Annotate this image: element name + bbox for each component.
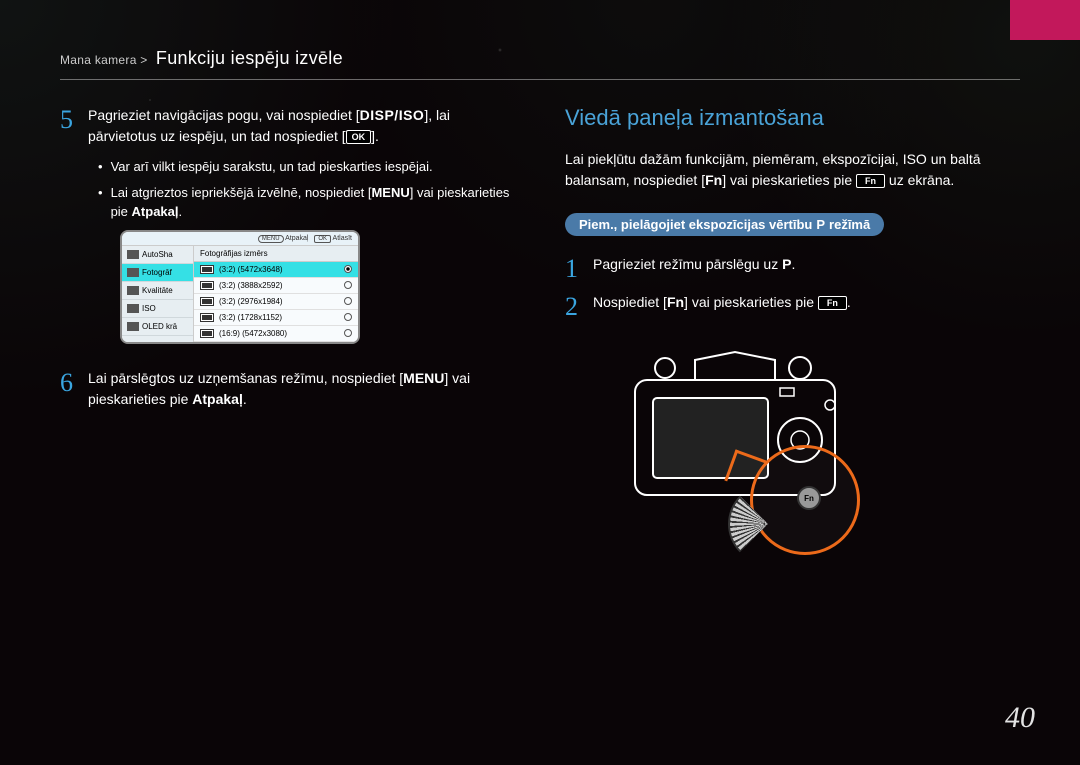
lcd-right-row: (3:2) (1728x1152) — [194, 310, 358, 326]
aspect-icon — [200, 329, 214, 338]
fn-physical-button-icon: Fn — [797, 486, 821, 510]
lcd-ok-pill: OK — [314, 235, 331, 243]
step-body: Lai pārslēgtos uz uzņemšanas režīmu, nos… — [88, 368, 515, 410]
lcd-right-head: Fotogrāfijas izmērs — [194, 246, 358, 262]
aspect-icon — [200, 297, 214, 306]
step-1: 1 Pagrieziet režīmu pārslēgu uz P. — [565, 254, 1020, 282]
sub-bullet-2: Lai atgrieztos iepriekšējā izvēlnē, nosp… — [98, 183, 515, 222]
step-5: 5 Pagrieziet navigācijas pogu, vai nospi… — [60, 105, 515, 147]
breadcrumb: Mana kamera > Funkciju iespēju izvēle — [60, 48, 1020, 80]
step-body: Pagrieziet navigācijas pogu, vai nospied… — [88, 105, 515, 147]
lcd-left-item-label: OLED krā — [142, 322, 177, 331]
radio-icon — [344, 329, 352, 337]
lcd-right-row-label: (3:2) (5472x3648) — [219, 265, 283, 274]
lcd-left-item-label: ISO — [142, 304, 156, 313]
breadcrumb-title: Funkciju iespēju izvēle — [156, 48, 343, 68]
example-pill: Piem., pielāgojiet ekspozīcijas vērtību … — [565, 213, 884, 236]
breadcrumb-prefix: Mana kamera > — [60, 53, 148, 67]
back-label: Atpakaļ — [132, 204, 179, 219]
lcd-right-row: (3:2) (2976x1984) — [194, 294, 358, 310]
lcd-select-label: Atlasīt — [333, 235, 352, 242]
lcd-right-row-label: (16:9) (5472x3080) — [219, 329, 287, 338]
back-label: Atpakaļ — [192, 391, 243, 407]
radio-icon — [344, 281, 352, 289]
step-6: 6 Lai pārslēgtos uz uzņemšanas režīmu, n… — [60, 368, 515, 410]
fn-label: Fn — [667, 294, 684, 310]
lcd-back-label: Atpakaļ — [285, 235, 308, 242]
dial-icon — [728, 484, 808, 564]
aspect-icon — [200, 281, 214, 290]
lcd-right-row: (3:2) (3888x2592) — [194, 278, 358, 294]
sub-bullet-1: Var arī vilkt iespēju sarakstu, un tad p… — [98, 157, 515, 177]
lcd-right-row-label: (3:2) (1728x1152) — [219, 313, 282, 322]
content-columns: 5 Pagrieziet navigācijas pogu, vai nospi… — [60, 105, 1020, 705]
fn-button-icon: Fn — [818, 296, 847, 310]
aspect-icon — [200, 265, 214, 274]
lcd-right-row: (3:2) (5472x3648) — [194, 262, 358, 278]
fn-callout-circle: Fn — [750, 445, 860, 555]
menu-label: MENU — [403, 370, 444, 386]
step-2: 2 Nospiediet [Fn] vai pieskarieties pie … — [565, 292, 1020, 320]
lcd-left-item: ISO — [122, 300, 193, 318]
page-number: 40 — [1005, 701, 1035, 735]
lcd-right-row-label: (3:2) (3888x2592) — [219, 281, 283, 290]
p-mode-icon: P — [816, 217, 825, 232]
step-body: Nospiediet [Fn] vai pieskarieties pie Fn… — [593, 292, 1020, 313]
menu-label: MENU — [371, 185, 409, 200]
section-title: Viedā paneļa izmantošana — [565, 105, 1020, 131]
thumbnail-icon — [127, 322, 139, 331]
step-number: 5 — [60, 107, 88, 133]
radio-icon — [344, 297, 352, 305]
lcd-left-list: AutoSha Fotogrāf Kvalitāte ISO OLED krā — [122, 246, 194, 342]
lcd-left-item: AutoSha — [122, 246, 193, 264]
radio-icon — [344, 265, 352, 273]
step-number: 6 — [60, 370, 88, 396]
ok-key-icon: OK — [346, 130, 372, 144]
camera-illustration: Fn — [605, 330, 915, 555]
lcd-left-item-label: Kvalitāte — [142, 286, 173, 295]
lcd-menu-pill: MENU — [258, 235, 284, 243]
thumbnail-icon — [127, 250, 139, 259]
fn-button-icon: Fn — [856, 174, 885, 188]
lcd-top-bar: MENU Atpakaļ OK Atlasīt — [122, 232, 358, 246]
aspect-icon — [200, 313, 214, 322]
radio-icon — [344, 313, 352, 321]
thumbnail-icon — [127, 304, 139, 313]
right-column: Viedā paneļa izmantošana Lai piekļūtu da… — [565, 105, 1020, 705]
step-number: 1 — [565, 256, 593, 282]
lcd-left-item: Fotogrāf — [122, 264, 193, 282]
fn-label: Fn — [705, 172, 722, 188]
step-body: Pagrieziet režīmu pārslēgu uz P. — [593, 254, 1020, 275]
thumbnail-icon — [127, 268, 139, 277]
lcd-right-row-label: (3:2) (2976x1984) — [219, 297, 283, 306]
lcd-body: AutoSha Fotogrāf Kvalitāte ISO OLED krā Foto… — [122, 246, 358, 342]
step-number: 2 — [565, 294, 593, 320]
disp-iso-label: DISP/ISO — [360, 107, 425, 123]
intro-text: Lai piekļūtu dažām funkcijām, piemēram, … — [565, 149, 1020, 191]
lcd-left-item: Kvalitāte — [122, 282, 193, 300]
lcd-left-item: OLED krā — [122, 318, 193, 336]
thumbnail-icon — [127, 286, 139, 295]
camera-lcd-mock: MENU Atpakaļ OK Atlasīt AutoSha Fotogrāf K… — [120, 230, 360, 344]
lcd-left-item-label: AutoSha — [142, 250, 173, 259]
lcd-right-row: (16:9) (5472x3080) — [194, 326, 358, 342]
lcd-right-list: Fotogrāfijas izmērs (3:2) (5472x3648) (3:… — [194, 246, 358, 342]
corner-accent — [1010, 0, 1080, 40]
left-column: 5 Pagrieziet navigācijas pogu, vai nospi… — [60, 105, 515, 705]
lcd-left-item-label: Fotogrāf — [142, 268, 172, 277]
